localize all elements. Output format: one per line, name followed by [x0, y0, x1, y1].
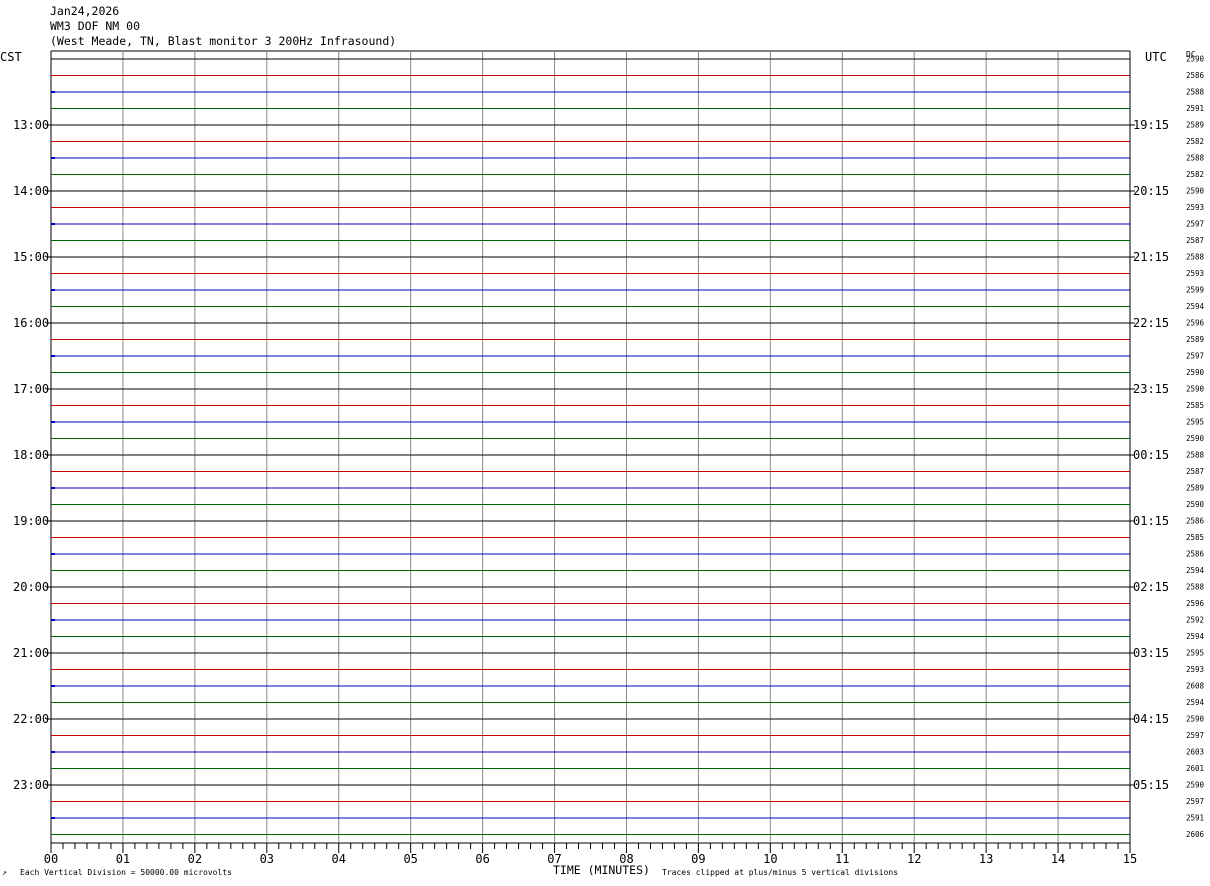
dc-offset-label: 2586: [1186, 550, 1205, 559]
cst-hour-label: 17:00: [13, 382, 49, 396]
dc-offset-label: 2597: [1186, 797, 1204, 806]
x-tick-label: 04: [332, 852, 346, 866]
cst-hour-label: 16:00: [13, 316, 49, 330]
dc-offset-label: 2594: [1186, 566, 1205, 575]
cst-hour-label: 13:00: [13, 118, 49, 132]
x-tick-label: 06: [475, 852, 489, 866]
footer-mark: ↗: [2, 868, 7, 877]
x-tick-label: 12: [907, 852, 921, 866]
cst-hour-label: 18:00: [13, 448, 49, 462]
dc-offset-label: 2588: [1186, 154, 1205, 163]
x-tick-label: 00: [44, 852, 58, 866]
dc-offset-label: 2596: [1186, 599, 1205, 608]
dc-offset-label: 2590: [1186, 385, 1205, 394]
dc-offset-label: 2603: [1186, 748, 1204, 757]
cst-hour-label: 19:00: [13, 514, 49, 528]
cst-hour-label: 14:00: [13, 184, 49, 198]
dc-offset-label: 2590: [1186, 368, 1205, 377]
cst-hour-label: 23:00: [13, 778, 49, 792]
dc-offset-label: 2590: [1186, 781, 1205, 790]
dc-offset-label: 2597: [1186, 731, 1204, 740]
cst-hour-label: 22:00: [13, 712, 49, 726]
dc-offset-label: 2588: [1186, 583, 1205, 592]
x-tick-label: 10: [763, 852, 777, 866]
dc-offset-label: 2606: [1186, 830, 1205, 839]
dc-offset-label: 2585: [1186, 401, 1204, 410]
dc-offset-label: 2608: [1186, 682, 1205, 691]
dc-offset-label: 2586: [1186, 517, 1205, 526]
cst-hour-label: 20:00: [13, 580, 49, 594]
utc-hour-label: 01:15: [1133, 514, 1169, 528]
dc-offset-label: 2592: [1186, 616, 1204, 625]
x-tick-label: 15: [1123, 852, 1137, 866]
utc-hour-label: 03:15: [1133, 646, 1169, 660]
dc-offset-label: 2593: [1186, 203, 1204, 212]
x-tick-label: 11: [835, 852, 849, 866]
dc-offset-label: 2590: [1186, 500, 1205, 509]
utc-hour-label: 02:15: [1133, 580, 1169, 594]
dc-offset-label: 2590: [1186, 434, 1205, 443]
dc-offset-label: 2587: [1186, 236, 1204, 245]
dc-offset-label: 2590: [1186, 187, 1205, 196]
dc-offset-label: 2597: [1186, 220, 1204, 229]
dc-offset-label: 2594: [1186, 698, 1205, 707]
x-tick-label: 13: [979, 852, 993, 866]
utc-hour-label: 21:15: [1133, 250, 1169, 264]
dc-offset-label: 2585: [1186, 533, 1204, 542]
dc-offset-label: 2582: [1186, 137, 1204, 146]
dc-offset-label: 2589: [1186, 484, 1204, 493]
clip-note: Traces clipped at plus/minus 5 vertical …: [662, 868, 899, 877]
dc-offset-label: 2594: [1186, 302, 1205, 311]
dc-offset-label: 2582: [1186, 170, 1204, 179]
utc-hour-label: 19:15: [1133, 118, 1169, 132]
x-tick-label: 09: [691, 852, 705, 866]
dc-offset-label: 2586: [1186, 71, 1205, 80]
utc-hour-label: 05:15: [1133, 778, 1169, 792]
utc-hour-label: 04:15: [1133, 712, 1169, 726]
dc-offset-label: 2589: [1186, 335, 1204, 344]
dc-offset-label: 2597: [1186, 352, 1204, 361]
dc-offset-label: 2595: [1186, 418, 1204, 427]
utc-hour-label: 20:15: [1133, 184, 1169, 198]
x-axis-title: TIME (MINUTES): [553, 863, 650, 877]
x-tick-label: 03: [260, 852, 274, 866]
dc-offset-label: 2590: [1186, 55, 1205, 64]
dc-offset-label: 2587: [1186, 467, 1204, 476]
dc-offset-label: 2591: [1186, 814, 1204, 823]
dc-offset-label: 2589: [1186, 121, 1204, 130]
utc-hour-label: 23:15: [1133, 382, 1169, 396]
dc-offset-label: 2588: [1186, 253, 1205, 262]
dc-offset-label: 2599: [1186, 286, 1204, 295]
cst-hour-label: 15:00: [13, 250, 49, 264]
dc-offset-label: 2591: [1186, 104, 1204, 113]
dc-offset-label: 2593: [1186, 269, 1204, 278]
x-tick-label: 01: [116, 852, 130, 866]
helicorder-plot: 2590 2586 2588 2591 2589 2582 2588 2582 2590 2593…: [13, 50, 1205, 866]
helicorder-page: { "header": { "date": "Jan24,2026", "sta…: [0, 0, 1210, 886]
dc-offset-label: 2594: [1186, 632, 1205, 641]
x-tick-label: 02: [188, 852, 202, 866]
x-tick-label: 05: [403, 852, 417, 866]
scale-note: Each Vertical Division = 50000.00 microv…: [20, 868, 232, 877]
utc-hour-label: 22:15: [1133, 316, 1169, 330]
dc-offset-label: 2588: [1186, 451, 1205, 460]
dc-offset-label: 2590: [1186, 715, 1205, 724]
dc-offset-label: 2588: [1186, 88, 1205, 97]
x-tick-label: 14: [1051, 852, 1065, 866]
dc-offset-label: 2593: [1186, 665, 1204, 674]
utc-hour-label: 00:15: [1133, 448, 1169, 462]
dc-offset-label: 2601: [1186, 764, 1204, 773]
cst-hour-label: 21:00: [13, 646, 49, 660]
dc-offset-label: 2596: [1186, 319, 1205, 328]
dc-offset-label: 2595: [1186, 649, 1204, 658]
